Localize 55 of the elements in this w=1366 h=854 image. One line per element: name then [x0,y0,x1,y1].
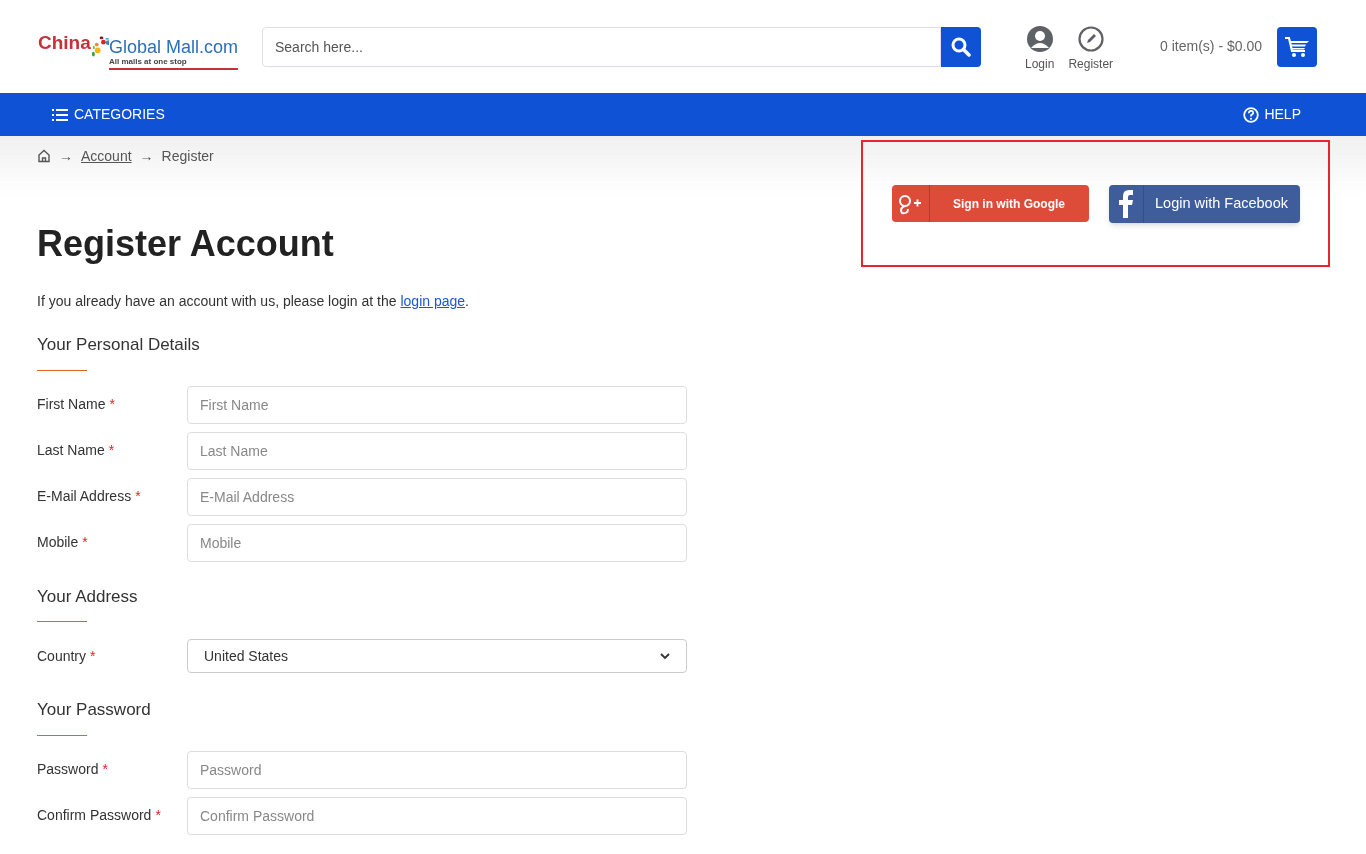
pencil-icon [1077,26,1104,52]
cart-summary: 0 item(s) - $0.00 [1160,37,1262,56]
required-asterisk: * [82,533,88,552]
register-link[interactable]: Register [1068,26,1114,73]
required-asterisk: * [155,806,161,825]
google-plus-icon [897,192,923,215]
site-logo[interactable]: China Global Mall.com All malls at one stop [38,21,238,72]
text-input-field[interactable]: E-Mail Address [187,477,687,516]
section-heading: Your Personal Details [37,334,201,356]
breadcrumb-link[interactable]: Account [81,145,132,167]
field-label: Mobile [37,533,79,552]
field-label: Last Name [37,441,105,460]
text-input-field[interactable]: Mobile [187,523,687,562]
country-select[interactable]: United States [187,639,687,673]
search-button[interactable] [941,26,981,67]
required-asterisk: * [102,760,108,779]
logo-tagline: All malls at one stop [108,55,238,70]
search-field[interactable]: Search here... [262,26,941,67]
login-link[interactable]: Login [1025,26,1055,73]
cart-icon [1284,35,1310,58]
required-asterisk: * [109,395,115,414]
text-input-field[interactable]: Confirm Password [187,796,687,835]
section-heading: Your Password [37,699,152,721]
breadcrumb-current: Register [161,146,214,166]
field-label: Password [37,760,99,779]
breadcrumb-separator: → [139,146,154,166]
help-link[interactable]: HELP [1243,104,1301,125]
user-icon [1026,26,1053,52]
required-asterisk: * [135,487,141,506]
field-label: Confirm Password [37,806,152,825]
help-icon [1243,106,1260,123]
text-input-field[interactable]: First Name [187,385,687,424]
chevron-down-icon [660,652,670,660]
field-label: E-Mail Address [37,487,132,506]
text-input-field[interactable]: Password [187,750,687,789]
login-page-link[interactable]: login page [400,293,466,309]
breadcrumb-separator: → [59,146,73,166]
text-input-field[interactable]: Last Name [187,431,687,470]
cart-button[interactable] [1277,26,1317,67]
page-title: Register Account [37,226,335,262]
field-label: Country [37,646,87,666]
facebook-login-button[interactable]: Login with Facebook [1108,184,1300,223]
logo-text: China [38,32,91,52]
field-label: First Name [37,395,106,414]
search-icon [951,36,971,57]
categories-menu[interactable]: CATEGORIES [52,104,165,125]
list-icon [52,108,68,121]
google-sign-in-button[interactable]: Sign in with Google [891,185,1089,222]
required-asterisk: * [108,441,115,460]
facebook-f-icon [1118,189,1133,218]
intro-text: If you already have an account with us, please login at the login page. [37,292,470,311]
required-asterisk: * [90,646,96,666]
home-icon[interactable] [37,149,51,163]
logo-text: Global Mall.com [108,37,238,56]
section-heading: Your Address [37,585,139,608]
